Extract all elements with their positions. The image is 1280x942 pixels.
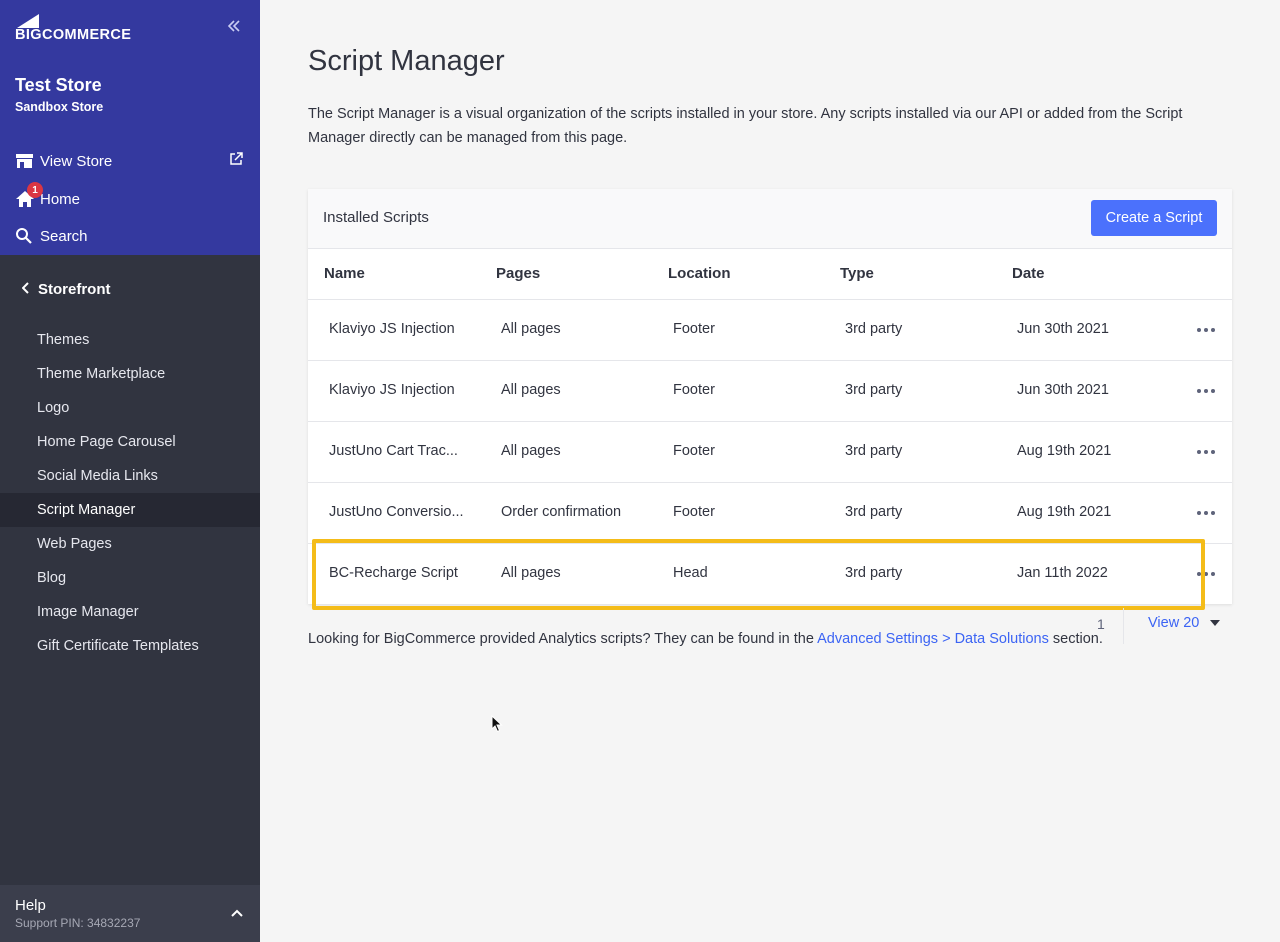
cell-location: Footer: [673, 443, 715, 459]
sidebar-item-home-page-carousel[interactable]: Home Page Carousel: [0, 425, 260, 459]
storefront-back-link[interactable]: Storefront: [0, 273, 260, 305]
cell-type: 3rd party: [845, 382, 903, 398]
column-header-location[interactable]: Location: [668, 265, 731, 282]
table-row[interactable]: Klaviyo JS Injection All pages Footer 3r…: [308, 361, 1232, 422]
sidebar-item-label: Logo: [37, 400, 70, 416]
search-link[interactable]: Search: [15, 224, 88, 248]
home-link[interactable]: Home: [15, 187, 80, 211]
sidebar-item-label: Image Manager: [37, 604, 139, 620]
section-title: Storefront: [38, 280, 111, 298]
data-solutions-link[interactable]: Advanced Settings > Data Solutions: [817, 631, 1049, 647]
cell-pages: All pages: [501, 321, 561, 337]
analytics-note-suffix: section.: [1048, 631, 1103, 647]
sidebar-item-logo[interactable]: Logo: [0, 391, 260, 425]
collapse-sidebar-icon[interactable]: [226, 18, 244, 36]
cell-name: JustUno Cart Trac...: [329, 443, 458, 459]
more-actions-icon[interactable]: [1197, 322, 1215, 338]
create-script-button[interactable]: Create a Script: [1091, 200, 1217, 236]
column-header-date[interactable]: Date: [1012, 265, 1045, 282]
analytics-note-prefix: Looking for BigCommerce provided Analyti…: [308, 631, 818, 647]
analytics-note: Looking for BigCommerce provided Analyti…: [308, 631, 1103, 647]
help-title: Help: [15, 897, 46, 914]
cell-date: Jan 11th 2022: [1017, 565, 1108, 581]
external-link-icon[interactable]: [229, 152, 245, 168]
cell-type: 3rd party: [845, 565, 903, 581]
more-actions-icon[interactable]: [1197, 505, 1215, 521]
cell-name: Klaviyo JS Injection: [329, 382, 455, 398]
home-label: Home: [40, 190, 81, 208]
table-row[interactable]: Klaviyo JS Injection All pages Footer 3r…: [308, 300, 1232, 361]
page-description: The Script Manager is a visual organizat…: [308, 106, 1183, 146]
sidebar-item-label: Script Manager: [37, 502, 136, 518]
cell-location: Footer: [673, 504, 715, 520]
sidebar-item-script-manager[interactable]: Script Manager: [0, 493, 260, 527]
sidebar-item-label: Themes: [37, 332, 90, 348]
mouse-cursor-icon: [491, 714, 503, 738]
table-row[interactable]: BC-Recharge Script All pages Head 3rd pa…: [308, 544, 1232, 605]
cell-location: Footer: [673, 321, 715, 337]
sidebar-item-label: Gift Certificate Templates: [37, 638, 199, 654]
chevron-up-icon[interactable]: [230, 905, 246, 921]
more-actions-icon[interactable]: [1197, 383, 1215, 399]
sidebar-item-label: Theme Marketplace: [37, 366, 166, 382]
table-row[interactable]: JustUno Cart Trac... All pages Footer 3r…: [308, 422, 1232, 483]
sidebar-item-label: Social Media Links: [37, 468, 158, 484]
cell-type: 3rd party: [845, 321, 903, 337]
table-header: Name Pages Location Type Date: [308, 249, 1232, 300]
table-row[interactable]: JustUno Conversio... Order confirmation …: [308, 483, 1232, 544]
sidebar-item-blog[interactable]: Blog: [0, 561, 260, 595]
sidebar-item-themes[interactable]: Themes: [0, 323, 260, 357]
installed-scripts-panel: Installed Scripts Create a Script Name P…: [308, 189, 1232, 604]
search-icon: [15, 226, 37, 246]
chevron-left-icon: [21, 281, 30, 297]
cell-location: Head: [673, 565, 708, 581]
sidebar-item-image-manager[interactable]: Image Manager: [0, 595, 260, 629]
column-header-pages[interactable]: Pages: [496, 265, 540, 282]
pager-divider: [1123, 608, 1124, 644]
store-subtitle: Sandbox Store: [15, 100, 104, 114]
view-store-link[interactable]: View Store: [15, 149, 112, 173]
caret-down-icon[interactable]: [1210, 620, 1220, 626]
view-store-label: View Store: [40, 152, 113, 170]
store-name: Test Store: [15, 75, 102, 95]
sidebar-item-gift-certificate-templates[interactable]: Gift Certificate Templates: [0, 629, 260, 663]
view-per-page-select[interactable]: View 20: [1148, 615, 1199, 631]
cell-pages: Order confirmation: [501, 504, 622, 520]
cell-location: Footer: [673, 382, 715, 398]
sidebar-item-label: Blog: [37, 570, 67, 586]
more-actions-icon[interactable]: [1197, 444, 1215, 460]
sidebar: BIGCOMMERCE Test Store Sandbox Store Vie…: [0, 0, 260, 942]
sidebar-item-theme-marketplace[interactable]: Theme Marketplace: [0, 357, 260, 391]
logo-text: BIGCOMMERCE: [15, 27, 132, 43]
sidebar-item-web-pages[interactable]: Web Pages: [0, 527, 260, 561]
page-number[interactable]: 1: [1097, 616, 1105, 632]
panel-title: Installed Scripts: [323, 209, 429, 226]
cell-type: 3rd party: [845, 443, 903, 459]
cell-name: BC-Recharge Script: [329, 565, 458, 581]
cell-pages: All pages: [501, 382, 561, 398]
support-pin: Support PIN: 34832237: [15, 916, 141, 930]
cell-name: Klaviyo JS Injection: [329, 321, 455, 337]
cell-pages: All pages: [501, 565, 561, 581]
cell-pages: All pages: [501, 443, 561, 459]
sidebar-item-social-media-links[interactable]: Social Media Links: [0, 459, 260, 493]
cell-date: Jun 30th 2021: [1017, 382, 1109, 398]
page-title: Script Manager: [308, 45, 505, 77]
sidebar-item-label: Web Pages: [37, 536, 112, 552]
panel-header: Installed Scripts Create a Script: [308, 189, 1232, 249]
column-header-type[interactable]: Type: [840, 265, 874, 282]
bigcommerce-logo[interactable]: BIGCOMMERCE: [15, 14, 132, 43]
cell-name: JustUno Conversio...: [329, 504, 464, 520]
cell-date: Jun 30th 2021: [1017, 321, 1109, 337]
sidebar-item-label: Home Page Carousel: [37, 434, 176, 450]
cell-date: Aug 19th 2021: [1017, 443, 1112, 459]
logo-triangle-icon: [17, 14, 39, 28]
search-label: Search: [40, 227, 88, 245]
storefront-icon: [15, 151, 37, 171]
notification-badge: 1: [27, 182, 43, 198]
cell-date: Aug 19th 2021: [1017, 504, 1112, 520]
more-actions-icon[interactable]: [1197, 566, 1215, 582]
column-header-name[interactable]: Name: [324, 265, 365, 282]
cell-type: 3rd party: [845, 504, 903, 520]
